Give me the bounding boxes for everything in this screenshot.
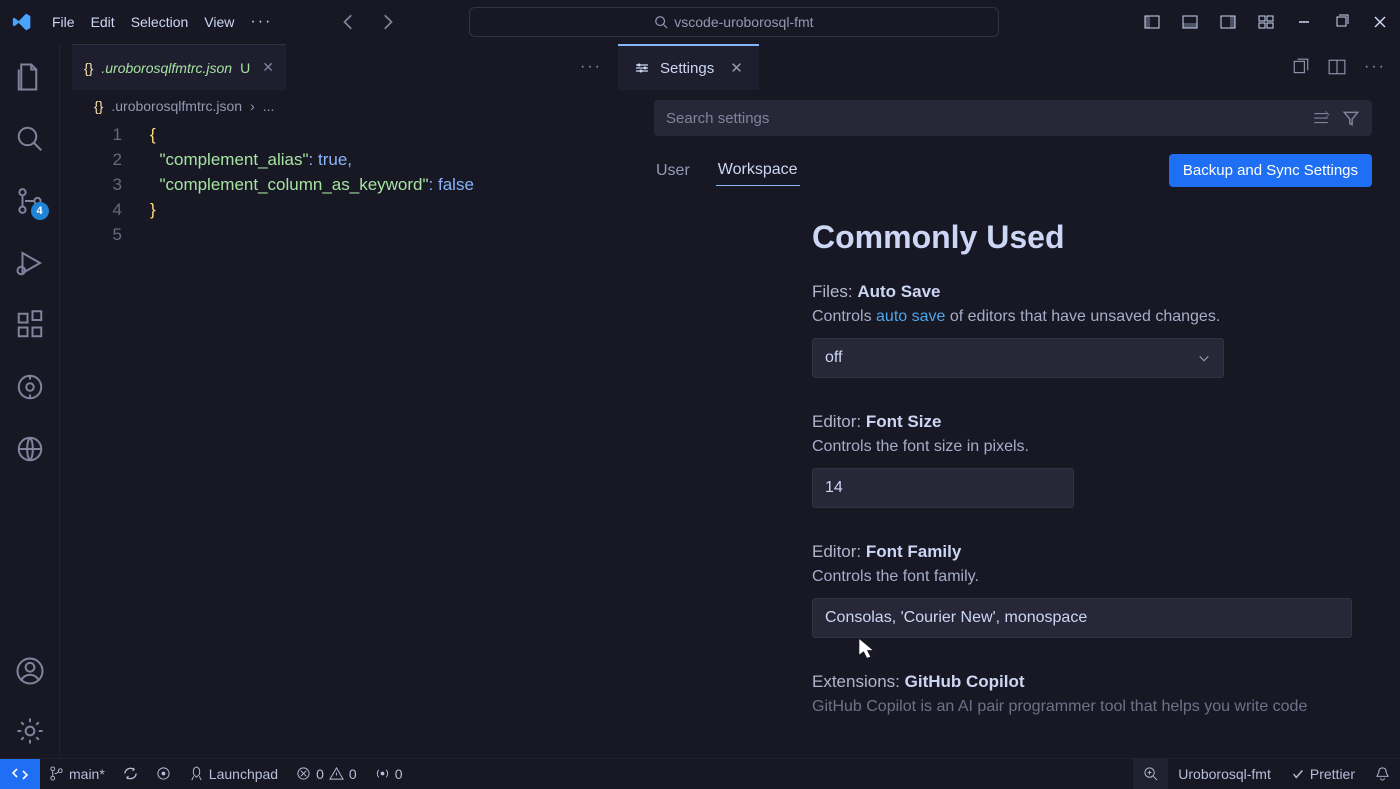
settings-gear-icon[interactable] [15, 716, 45, 746]
nav-forward-icon[interactable] [378, 13, 396, 31]
line-numbers: 1 2 3 4 5 [94, 122, 150, 247]
radio-icon [375, 766, 390, 781]
zoom-button[interactable] [1133, 759, 1168, 789]
branch-icon [49, 766, 64, 781]
gitlens-status-icon [156, 766, 171, 781]
json-icon: {} [94, 98, 103, 114]
settings-search-input[interactable]: Search settings [654, 100, 1372, 136]
tab-settings-label: Settings [660, 60, 714, 77]
open-editors-icon[interactable] [1292, 58, 1310, 76]
close-icon[interactable] [1372, 14, 1388, 30]
menu-view[interactable]: View [196, 10, 242, 34]
tab-close-icon[interactable]: ✕ [262, 59, 274, 76]
split-editor-icon[interactable] [1328, 58, 1346, 76]
setting-copilot: Extensions: GitHub Copilot GitHub Copilo… [812, 672, 1372, 716]
font-size-input[interactable]: 14 [812, 468, 1074, 508]
scope-workspace-tab[interactable]: Workspace [716, 155, 800, 186]
scope-user-tab[interactable]: User [654, 156, 692, 186]
source-control-icon[interactable]: 4 [15, 186, 45, 216]
auto-save-link[interactable]: auto save [876, 308, 945, 325]
account-icon[interactable] [15, 656, 45, 686]
extensions-icon[interactable] [15, 310, 45, 340]
check-icon [1291, 767, 1305, 781]
launchpad-button[interactable]: Launchpad [180, 766, 287, 782]
menu-more[interactable]: ··· [242, 9, 280, 35]
editor-group-right: Settings ✕ ··· Search settings User Work… [618, 44, 1400, 758]
menu-edit[interactable]: Edit [83, 10, 123, 34]
auto-save-select[interactable]: off [812, 338, 1224, 378]
breadcrumb-file: .uroborosqlfmtrc.json [111, 98, 242, 114]
placeholder-text: Search settings [666, 110, 769, 127]
scm-badge: 4 [31, 202, 49, 220]
gitlens-icon[interactable] [15, 372, 45, 402]
sync-icon [123, 766, 138, 781]
status-bar: main* Launchpad 0 0 0 Uroborosql-fmt Pre… [0, 758, 1400, 788]
layout-sidebar-right-icon[interactable] [1220, 14, 1236, 30]
menu-file[interactable]: File [44, 10, 83, 34]
layout-panel-icon[interactable] [1182, 14, 1198, 30]
notifications-button[interactable] [1365, 766, 1400, 781]
search-icon[interactable] [15, 124, 45, 154]
prettier-status[interactable]: Prettier [1281, 766, 1365, 782]
warning-icon [329, 766, 344, 781]
ports-button[interactable]: 0 [366, 766, 412, 782]
bell-icon [1375, 766, 1390, 781]
editor-more-icon[interactable]: ··· [580, 58, 618, 76]
font-family-input[interactable]: Consolas, 'Courier New', monospace [812, 598, 1352, 638]
command-center-text: vscode-uroborosql-fmt [674, 14, 813, 30]
tab-uroborosqlfmtrc[interactable]: {} .uroborosqlfmtrc.json U ✕ [72, 44, 286, 90]
nav-back-icon[interactable] [340, 13, 358, 31]
settings-icon [634, 60, 650, 76]
tab-filename: .uroborosqlfmtrc.json [101, 60, 232, 76]
titlebar: File Edit Selection View ··· vscode-urob… [0, 0, 1400, 44]
chevron-down-icon [1197, 351, 1211, 365]
chevron-right-icon: › [250, 98, 255, 114]
editor-tabs-left: {} .uroborosqlfmtrc.json U ✕ ··· [60, 44, 618, 90]
gitlens-status[interactable] [147, 766, 180, 781]
breadcrumb-tail: ... [263, 98, 275, 114]
maximize-icon[interactable] [1334, 14, 1350, 30]
section-heading: Commonly Used [812, 219, 1372, 256]
layout-customize-icon[interactable] [1258, 14, 1274, 30]
json-icon: {} [84, 60, 93, 76]
setting-font-family: Editor: Font Family Controls the font fa… [812, 542, 1372, 638]
editor-tabs-right: Settings ✕ ··· [618, 44, 1400, 90]
editor-more-icon[interactable]: ··· [1364, 58, 1386, 76]
tab-close-icon[interactable]: ✕ [730, 59, 743, 77]
setting-auto-save: Files: Auto Save Controls auto save of e… [812, 282, 1372, 378]
run-debug-icon[interactable] [15, 248, 45, 278]
command-center[interactable]: vscode-uroborosql-fmt [469, 7, 999, 37]
vscode-logo [12, 12, 32, 32]
filter-icon[interactable] [1342, 109, 1360, 127]
rocket-icon [189, 766, 204, 781]
menu-selection[interactable]: Selection [123, 10, 197, 34]
git-branch[interactable]: main* [40, 766, 114, 782]
remote-button[interactable] [0, 759, 40, 789]
clear-search-icon[interactable] [1312, 109, 1330, 127]
formatter-status[interactable]: Uroborosql-fmt [1168, 766, 1281, 782]
activity-bar: 4 [0, 44, 60, 758]
tab-settings[interactable]: Settings ✕ [618, 44, 759, 90]
error-icon [296, 766, 311, 781]
minimize-icon[interactable] [1296, 14, 1312, 30]
sync-button[interactable] [114, 766, 147, 781]
setting-font-size: Editor: Font Size Controls the font size… [812, 412, 1372, 508]
explorer-icon[interactable] [15, 62, 45, 92]
remote-explorer-icon[interactable] [15, 434, 45, 464]
zoom-icon [1143, 766, 1158, 781]
tab-dirty-marker: U [240, 60, 250, 76]
layout-sidebar-left-icon[interactable] [1144, 14, 1160, 30]
breadcrumb[interactable]: {} .uroborosqlfmtrc.json › ... [60, 90, 618, 122]
sync-settings-button[interactable]: Backup and Sync Settings [1169, 154, 1372, 187]
code-editor[interactable]: 1 2 3 4 5 { "complement_alias": true, "c… [60, 122, 618, 247]
search-icon [654, 15, 668, 29]
problems-button[interactable]: 0 0 [287, 766, 366, 782]
editor-group-left: {} .uroborosqlfmtrc.json U ✕ ··· {} .uro… [60, 44, 618, 758]
